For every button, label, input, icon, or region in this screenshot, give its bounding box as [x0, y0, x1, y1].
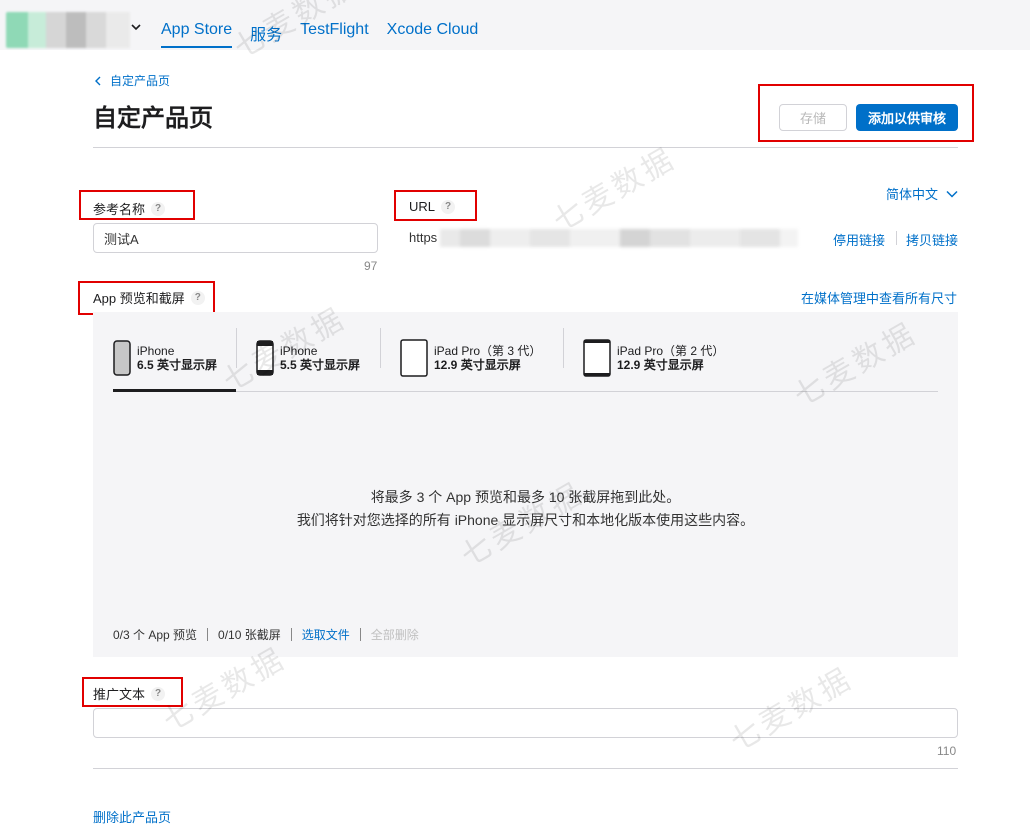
delete-all-link[interactable]: 全部删除: [371, 626, 419, 643]
nav-services[interactable]: 服务: [250, 21, 282, 44]
drop-instruction-line1: 将最多 3 个 App 预览和最多 10 张截屏拖到此处。: [370, 489, 681, 505]
chevron-left-icon: [95, 76, 101, 85]
url-value-blurred: [440, 229, 798, 247]
submit-for-review-button[interactable]: 添加以供审核: [856, 104, 958, 131]
help-icon[interactable]: ?: [190, 290, 205, 305]
chevron-down-icon: [946, 190, 958, 198]
watermark: 七麦数据: [720, 654, 860, 760]
page-title: 自定产品页: [93, 105, 213, 132]
nav-app-store[interactable]: App Store: [161, 21, 233, 48]
top-nav-bar: App Store 服务 TestFlight Xcode Cloud: [0, 0, 1030, 50]
media-label: App 预览和截屏 ?: [93, 288, 205, 307]
device-size: 5.5 英寸显示屏: [280, 358, 361, 372]
tab-ipad-pro-2[interactable]: iPad Pro（第 2 代） 12.9 英寸显示屏: [583, 326, 733, 390]
view-all-sizes-link[interactable]: 在媒体管理中查看所有尺寸: [801, 288, 957, 307]
promo-text-remaining: 110: [937, 744, 957, 758]
device-name: iPad Pro（第 3 代）: [434, 344, 542, 358]
tab-iphone-6-5[interactable]: iPhone 6.5 英寸显示屏: [113, 326, 236, 392]
language-selected: 简体中文: [886, 187, 939, 202]
promo-text-input[interactable]: [93, 708, 958, 738]
ipad-icon: [400, 339, 428, 377]
watermark: 七麦数据: [547, 141, 682, 239]
device-size: 12.9 英寸显示屏: [434, 358, 521, 372]
reference-name-value: 测试A: [104, 231, 139, 247]
media-label-text: App 预览和截屏: [93, 291, 185, 306]
url-label: URL ?: [409, 199, 456, 214]
reference-name-input[interactable]: 测试A: [93, 223, 378, 253]
url-label-text: URL: [409, 199, 436, 214]
promo-text-label: 推广文本 ?: [93, 684, 166, 703]
media-drop-zone[interactable]: iPhone 6.5 英寸显示屏 iPhone 5.5 英寸显示屏 iPad P…: [93, 312, 958, 657]
nav-xcode-cloud[interactable]: Xcode Cloud: [387, 21, 479, 41]
ipad-home-button-icon: [583, 339, 611, 377]
save-button[interactable]: 存储: [779, 104, 847, 131]
reference-name-remaining: 97: [364, 259, 378, 273]
device-name: iPad Pro（第 2 代）: [617, 344, 725, 358]
device-size: 6.5 英寸显示屏: [137, 358, 218, 372]
help-icon[interactable]: ?: [151, 686, 166, 701]
help-icon[interactable]: ?: [441, 199, 456, 214]
copy-link-button[interactable]: 拷贝链接: [906, 230, 958, 249]
screenshot-count: 0/10 张截屏: [218, 628, 281, 642]
main-nav: App Store 服务 TestFlight Xcode Cloud: [161, 21, 479, 48]
reference-name-label-text: 参考名称: [93, 202, 146, 217]
footer-separator: [290, 628, 292, 641]
choose-file-link[interactable]: 选取文件: [302, 626, 350, 643]
preview-count: 0/3 个 App 预览: [113, 628, 198, 642]
footer-separator: [359, 628, 361, 641]
chevron-down-icon[interactable]: [131, 22, 141, 32]
iphone-large-icon: [113, 340, 131, 376]
drop-instruction-line2: 我们将针对您选择的所有 iPhone 显示屏尺寸和本地化版本使用这些内容。: [296, 512, 755, 528]
url-value-prefix: https: [409, 230, 438, 245]
device-tabs: iPhone 6.5 英寸显示屏 iPhone 5.5 英寸显示屏 iPad P…: [113, 326, 938, 392]
device-name: iPhone: [137, 344, 175, 358]
device-size: 12.9 英寸显示屏: [617, 358, 704, 372]
link-separator: [896, 231, 897, 245]
nav-testflight[interactable]: TestFlight: [300, 21, 368, 41]
delete-page-link[interactable]: 删除此产品页: [93, 807, 171, 826]
tab-separator: [236, 328, 237, 368]
device-name: iPhone: [280, 344, 318, 358]
tab-ipad-pro-3[interactable]: iPad Pro（第 3 代） 12.9 英寸显示屏: [400, 326, 550, 390]
media-footer: 0/3 个 App 预览 0/10 张截屏 选取文件 全部删除: [113, 626, 419, 643]
promo-text-label-text: 推广文本: [93, 687, 146, 702]
help-icon[interactable]: ?: [151, 201, 166, 216]
account-logo-blurred[interactable]: [6, 12, 130, 48]
breadcrumb[interactable]: 自定产品页: [94, 72, 170, 89]
iphone-home-button-icon: [256, 340, 274, 376]
breadcrumb-label[interactable]: 自定产品页: [110, 72, 170, 89]
tab-separator: [563, 328, 564, 368]
reference-name-label: 参考名称 ?: [93, 199, 166, 218]
disable-link-button[interactable]: 停用链接: [833, 230, 885, 249]
footer-separator: [207, 628, 209, 641]
footer-divider: [93, 768, 958, 769]
language-selector[interactable]: 简体中文: [886, 184, 958, 203]
tab-iphone-5-5[interactable]: iPhone 5.5 英寸显示屏: [256, 326, 376, 390]
tab-separator: [380, 328, 381, 368]
header-divider: [93, 147, 958, 148]
